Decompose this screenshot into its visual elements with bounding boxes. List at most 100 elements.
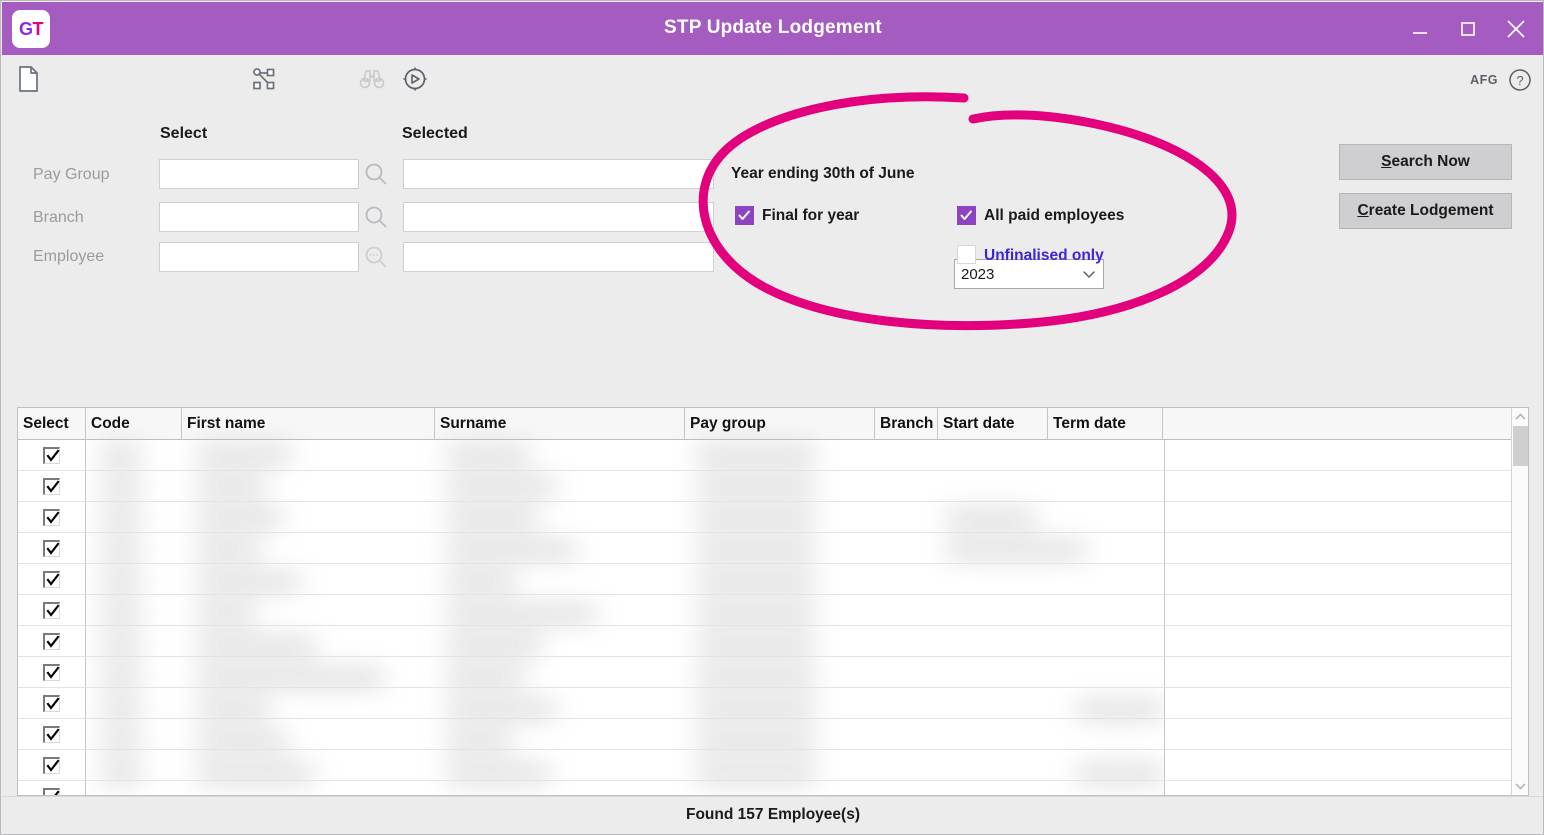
row-select-cell[interactable] — [18, 533, 86, 563]
maximize-button[interactable] — [1444, 2, 1492, 55]
row-select-cell[interactable] — [18, 440, 86, 470]
year-select-value: 2023 — [961, 265, 995, 283]
employee-select-input[interactable] — [159, 242, 359, 272]
row-select-cell[interactable] — [18, 750, 86, 780]
title-bar: GT STP Update Lodgement — [2, 2, 1543, 55]
column-header-select[interactable]: Select — [18, 408, 86, 439]
table-row[interactable] — [18, 719, 1528, 750]
row-select-checkbox[interactable] — [43, 694, 60, 712]
status-bar: Found 157 Employee(s) — [2, 796, 1543, 833]
row-select-cell[interactable] — [18, 595, 86, 625]
table-row[interactable] — [18, 750, 1528, 781]
pay-group-search-button[interactable] — [363, 161, 389, 187]
document-icon — [19, 66, 38, 92]
branch-label: Branch — [33, 209, 84, 226]
row-select-checkbox[interactable] — [43, 570, 60, 588]
check-icon — [46, 603, 60, 617]
svg-text:?: ? — [1516, 73, 1523, 88]
pay-group-selected-input[interactable] — [403, 159, 714, 189]
branch-selected-input[interactable] — [403, 202, 714, 232]
row-select-cell[interactable] — [18, 781, 86, 795]
scrollbar-thumb[interactable] — [1513, 426, 1528, 466]
column-header-code[interactable]: Code — [86, 408, 182, 439]
new-document-button[interactable] — [12, 63, 46, 95]
search-criteria-panel: Select Selected Pay Group Branch Employe… — [2, 103, 1543, 400]
row-select-checkbox[interactable] — [43, 601, 60, 619]
minimize-button[interactable] — [1396, 2, 1444, 55]
pay-group-label: Pay Group — [33, 166, 110, 183]
help-button[interactable]: ? — [1508, 68, 1532, 92]
window-title: STP Update Lodgement — [664, 17, 882, 38]
row-select-cell[interactable] — [18, 471, 86, 501]
row-select-checkbox[interactable] — [43, 508, 60, 526]
row-select-cell[interactable] — [18, 502, 86, 532]
branch-select-input[interactable] — [159, 202, 359, 232]
table-row[interactable] — [18, 595, 1528, 626]
unfinalised-only-checkbox[interactable] — [957, 245, 976, 264]
column-header-first-name[interactable]: First name — [182, 408, 435, 439]
row-select-cell[interactable] — [18, 657, 86, 687]
table-row[interactable] — [18, 781, 1528, 795]
search-now-button[interactable]: Search Now — [1339, 144, 1512, 180]
row-select-cell[interactable] — [18, 626, 86, 656]
branch-search-button[interactable] — [363, 204, 389, 230]
table-row[interactable] — [18, 533, 1528, 564]
check-icon — [46, 727, 60, 741]
column-header-pay-group[interactable]: Pay group — [685, 408, 875, 439]
close-button[interactable] — [1492, 2, 1540, 55]
user-code-label: AFG — [1470, 73, 1498, 87]
scroll-down-button[interactable] — [1512, 778, 1528, 795]
table-row[interactable] — [18, 471, 1528, 502]
row-select-checkbox[interactable] — [43, 787, 60, 795]
found-count-label: Found 157 Employee(s) — [686, 806, 860, 823]
find-button[interactable] — [355, 63, 389, 95]
window-controls — [1396, 2, 1540, 55]
stp-update-lodgement-window: GT STP Update Lodgement AFG ? Select Sel… — [0, 0, 1544, 835]
table-row[interactable] — [18, 502, 1528, 533]
row-select-checkbox[interactable] — [43, 539, 60, 557]
check-icon — [46, 758, 60, 772]
check-icon — [46, 696, 60, 710]
navigate-button[interactable] — [398, 63, 432, 95]
final-for-year-checkbox[interactable] — [735, 206, 754, 225]
all-paid-employees-checkbox[interactable] — [957, 206, 976, 225]
search-now-label: Search Now — [1381, 153, 1470, 170]
table-row[interactable] — [18, 626, 1528, 657]
row-select-cell[interactable] — [18, 564, 86, 594]
scroll-up-button[interactable] — [1512, 408, 1528, 425]
pay-group-select-input[interactable] — [159, 159, 359, 189]
column-header-term-date[interactable]: Term date — [1048, 408, 1163, 439]
column-header-surname[interactable]: Surname — [435, 408, 685, 439]
table-row[interactable] — [18, 657, 1528, 688]
employee-search-button[interactable] — [363, 244, 389, 270]
column-header-start-date[interactable]: Start date — [938, 408, 1048, 439]
sitemap-icon — [253, 68, 275, 90]
row-select-checkbox[interactable] — [43, 725, 60, 743]
row-select-checkbox[interactable] — [43, 632, 60, 650]
table-row[interactable] — [18, 440, 1528, 471]
table-row[interactable] — [18, 688, 1528, 719]
create-lodgement-label: Create Lodgement — [1357, 202, 1494, 219]
create-lodgement-button[interactable]: Create Lodgement — [1339, 193, 1512, 229]
check-icon — [46, 448, 60, 462]
magnifier-icon — [365, 206, 387, 228]
row-select-cell[interactable] — [18, 688, 86, 718]
row-select-cell[interactable] — [18, 719, 86, 749]
final-for-year-label[interactable]: Final for year — [762, 207, 859, 225]
row-select-checkbox[interactable] — [43, 663, 60, 681]
all-paid-employees-label[interactable]: All paid employees — [984, 207, 1124, 225]
employee-selected-input[interactable] — [403, 242, 714, 272]
column-header-branch[interactable]: Branch — [875, 408, 938, 439]
check-icon — [46, 665, 60, 679]
select-column-header: Select — [160, 125, 208, 142]
selected-column-header: Selected — [402, 125, 468, 142]
sitemap-button[interactable] — [247, 63, 281, 95]
grid-vertical-scrollbar[interactable] — [1511, 408, 1528, 795]
unfinalised-only-label[interactable]: Unfinalised only — [984, 247, 1104, 265]
magnifier-icon — [365, 163, 387, 185]
row-select-checkbox[interactable] — [43, 756, 60, 774]
row-select-checkbox[interactable] — [43, 477, 60, 495]
row-select-checkbox[interactable] — [43, 446, 60, 464]
employee-label: Employee — [33, 248, 105, 265]
table-row[interactable] — [18, 564, 1528, 595]
